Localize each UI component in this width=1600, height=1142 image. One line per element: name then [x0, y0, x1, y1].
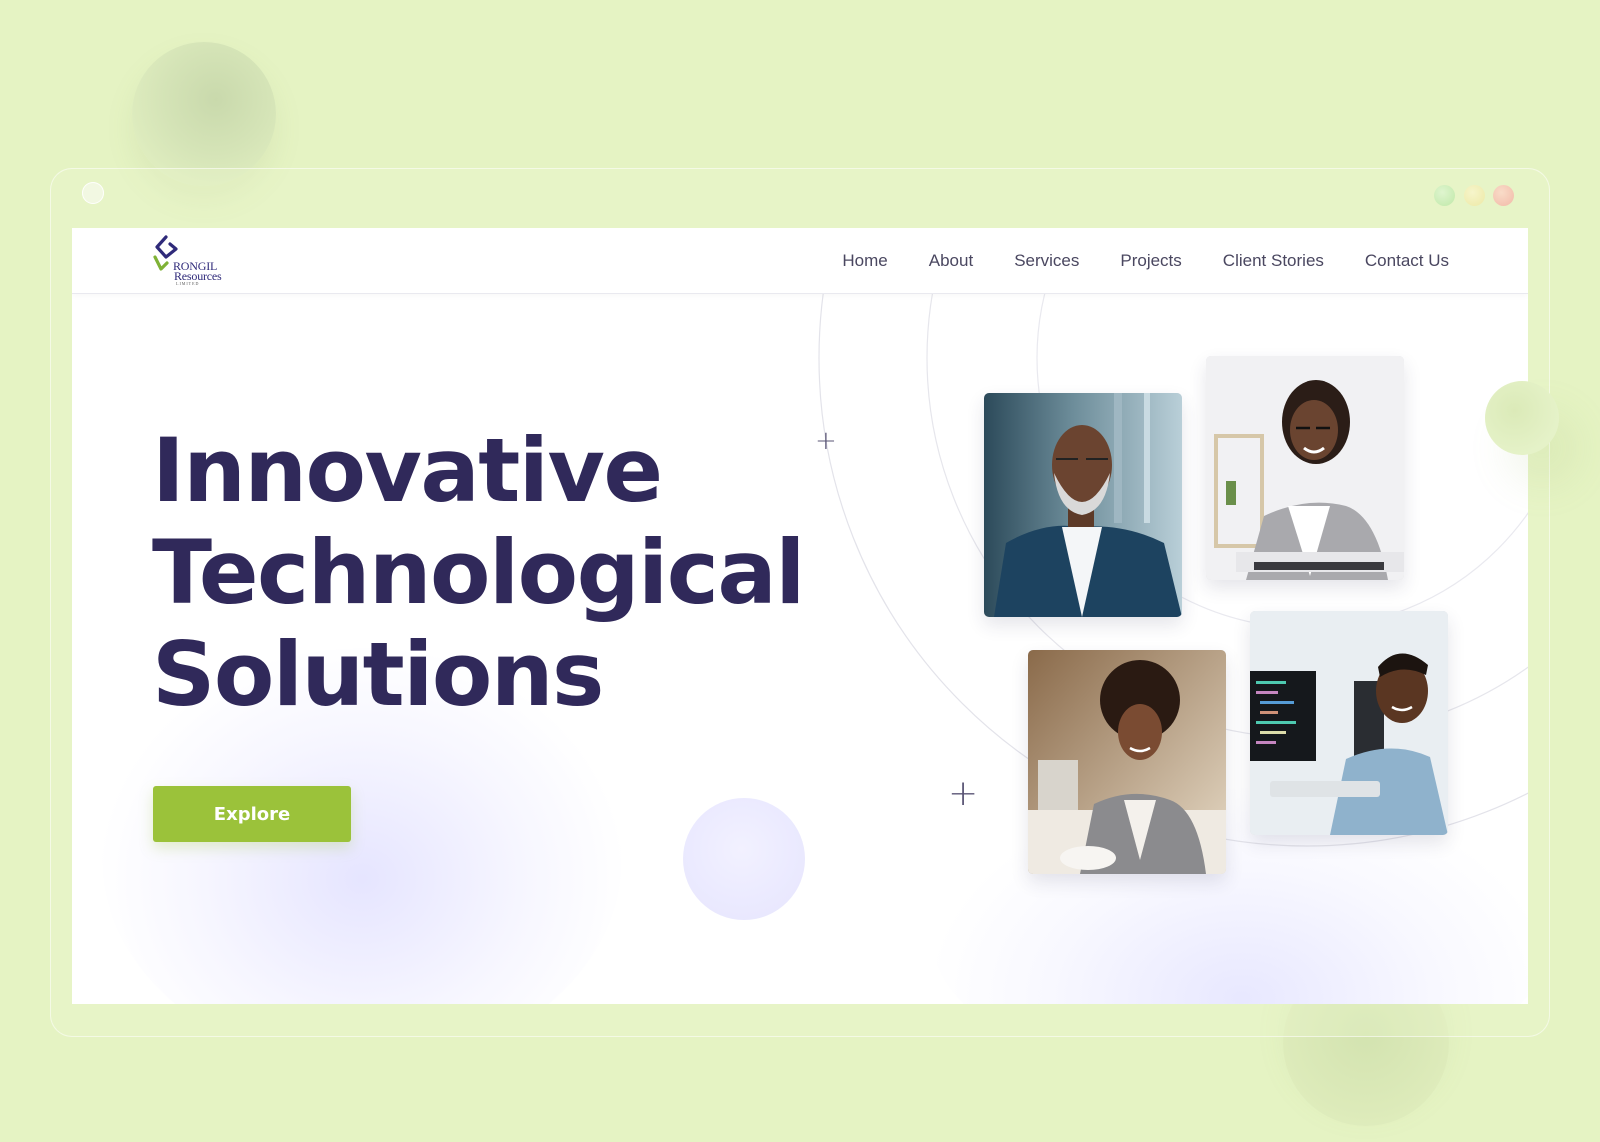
site-header: RONGIL Resources LIMITED Home About Serv… [72, 228, 1528, 294]
nav-home[interactable]: Home [842, 251, 887, 271]
close-button[interactable] [1493, 185, 1514, 206]
main-navigation: Home About Services Projects Client Stor… [842, 228, 1449, 293]
nav-contact-us[interactable]: Contact Us [1365, 251, 1449, 271]
hero-heading: Innovative Technological Solutions [152, 419, 805, 726]
plus-icon: + [948, 773, 979, 814]
explore-button[interactable]: Explore [153, 786, 351, 842]
woman-on-phone-at-laptop-photo [1206, 356, 1404, 580]
minimize-button[interactable] [1464, 185, 1485, 206]
nav-about[interactable]: About [929, 251, 973, 271]
businessman-in-blue-suit-photo [984, 393, 1182, 617]
window-menu-dot [82, 182, 104, 204]
plus-icon: + [815, 426, 837, 456]
website-viewport: + + RONGIL Resources LIMITED Home About … [72, 228, 1528, 1004]
decorative-orb [1485, 381, 1559, 455]
nav-client-stories[interactable]: Client Stories [1223, 251, 1324, 271]
logo-subname: Resources [174, 269, 222, 283]
company-logo[interactable]: RONGIL Resources LIMITED [152, 235, 232, 289]
nav-projects[interactable]: Projects [1120, 251, 1181, 271]
hero-heading-line: Technological [152, 521, 805, 624]
hero-heading-line: Innovative [152, 419, 663, 522]
man-at-computer-coding-photo [1250, 611, 1448, 835]
maximize-button[interactable] [1434, 185, 1455, 206]
decorative-orb [132, 42, 276, 186]
nav-services[interactable]: Services [1014, 251, 1079, 271]
hero-heading-line: Solutions [152, 623, 604, 726]
woman-in-grey-blazer-at-desk-photo [1028, 650, 1226, 874]
logo-wordmark: RONGIL Resources LIMITED [173, 260, 222, 287]
